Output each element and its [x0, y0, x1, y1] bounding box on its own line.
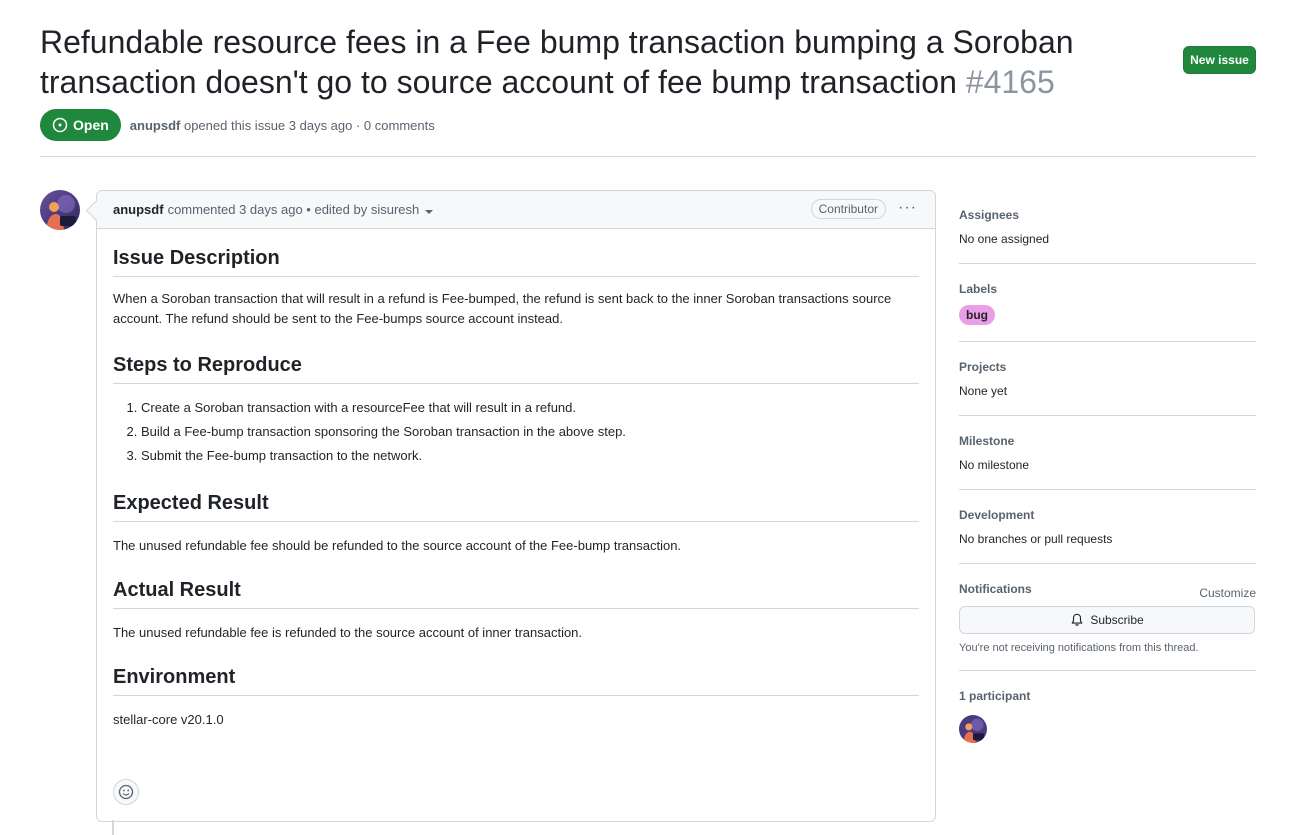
sidebar-assignees: Assignees No one assigned — [959, 206, 1256, 264]
sidebar-value: None yet — [959, 384, 1008, 398]
avatar-image-icon — [959, 715, 987, 743]
avatar[interactable] — [40, 190, 80, 230]
section-heading: Steps to Reproduce — [113, 354, 919, 384]
subscribe-label: Subscribe — [1090, 613, 1144, 627]
section-text: When a Soroban transaction that will res… — [113, 291, 892, 326]
sidebar-heading[interactable]: Milestone — [959, 432, 1256, 450]
issue-title-text: Refundable resource fees in a Fee bump t… — [40, 24, 1074, 100]
sidebar-heading: 1 participant — [959, 689, 1031, 703]
sidebar-milestone: Milestone No milestone — [959, 432, 1256, 490]
status-badge: Open — [40, 109, 121, 141]
sidebar-heading[interactable]: Assignees — [959, 206, 1256, 224]
sidebar-projects: Projects None yet — [959, 358, 1256, 416]
contributor-badge: Contributor — [810, 199, 886, 219]
section-text: The unused refundable fee is refunded to… — [113, 625, 583, 640]
sidebar-notifications: Notifications Customize Subscribe You're… — [959, 580, 1256, 671]
sidebar-value: No branches or pull requests — [959, 532, 1113, 546]
issue-number: #4165 — [965, 64, 1055, 100]
sidebar-labels: Labels bug — [959, 280, 1256, 342]
notification-note: You're not receiving notifications from … — [959, 642, 1199, 654]
issue-sidebar: Assignees No one assigned Labels bug Pro… — [959, 200, 1256, 775]
section-text: The unused refundable fee should be refu… — [113, 538, 682, 553]
chevron-down-icon[interactable] — [425, 209, 434, 214]
sidebar-development: Development No branches or pull requests — [959, 506, 1256, 564]
kebab-menu-icon[interactable]: ··· — [898, 200, 917, 216]
comment-author-link[interactable]: anupsdf — [113, 202, 164, 217]
sidebar-value: No milestone — [959, 458, 1030, 472]
list-item: Submit the Fee-bump transaction to the n… — [141, 446, 919, 466]
sidebar-heading[interactable]: Development — [959, 506, 1256, 524]
sidebar-value: No one assigned — [959, 232, 1050, 246]
sidebar-participants: 1 participant — [959, 687, 1256, 759]
comment-card: anupsdf commented 3 days ago • edited by… — [96, 190, 936, 822]
header-divider — [40, 156, 1256, 157]
section-text: stellar-core v20.1.0 — [113, 712, 224, 727]
issue-author-link[interactable]: anupsdf — [130, 118, 181, 133]
sidebar-heading[interactable]: Projects — [959, 358, 1256, 376]
issue-title: Refundable resource fees in a Fee bump t… — [40, 22, 1140, 102]
section-heading: Issue Description — [113, 247, 919, 277]
comment-body: Issue Description When a Soroban transac… — [97, 229, 935, 730]
smiley-icon — [118, 784, 134, 800]
list-item: Build a Fee-bump transaction sponsoring … — [141, 422, 919, 442]
participant-avatar[interactable] — [959, 715, 987, 743]
add-reaction-button[interactable] — [113, 779, 139, 805]
avatar-image-icon — [40, 190, 80, 230]
issue-meta-text: anupsdf opened this issue 3 days ago · 0… — [130, 118, 435, 133]
issue-meta: Open anupsdf opened this issue 3 days ag… — [40, 109, 435, 141]
status-label: Open — [73, 117, 109, 133]
section-heading: Expected Result — [113, 492, 919, 522]
section-heading: Environment — [113, 666, 919, 696]
label-bug[interactable]: bug — [959, 305, 995, 325]
issue-opened-text: opened this issue 3 days ago · 0 comment… — [183, 117, 435, 133]
timeline-line — [112, 820, 114, 835]
sidebar-heading[interactable]: Labels — [959, 280, 1256, 298]
section-heading: Actual Result — [113, 579, 919, 609]
comment-header: anupsdf commented 3 days ago • edited by… — [97, 191, 935, 229]
comment-meta[interactable]: commented 3 days ago • edited by sisures… — [168, 202, 420, 217]
new-issue-button[interactable]: New issue — [1183, 46, 1256, 74]
steps-list: Create a Soroban transaction with a reso… — [113, 398, 919, 466]
bell-icon — [1071, 613, 1083, 626]
subscribe-button[interactable]: Subscribe — [959, 606, 1255, 634]
customize-link[interactable]: Customize — [1199, 586, 1256, 600]
issue-opened-icon — [52, 117, 68, 133]
list-item: Create a Soroban transaction with a reso… — [141, 398, 919, 418]
